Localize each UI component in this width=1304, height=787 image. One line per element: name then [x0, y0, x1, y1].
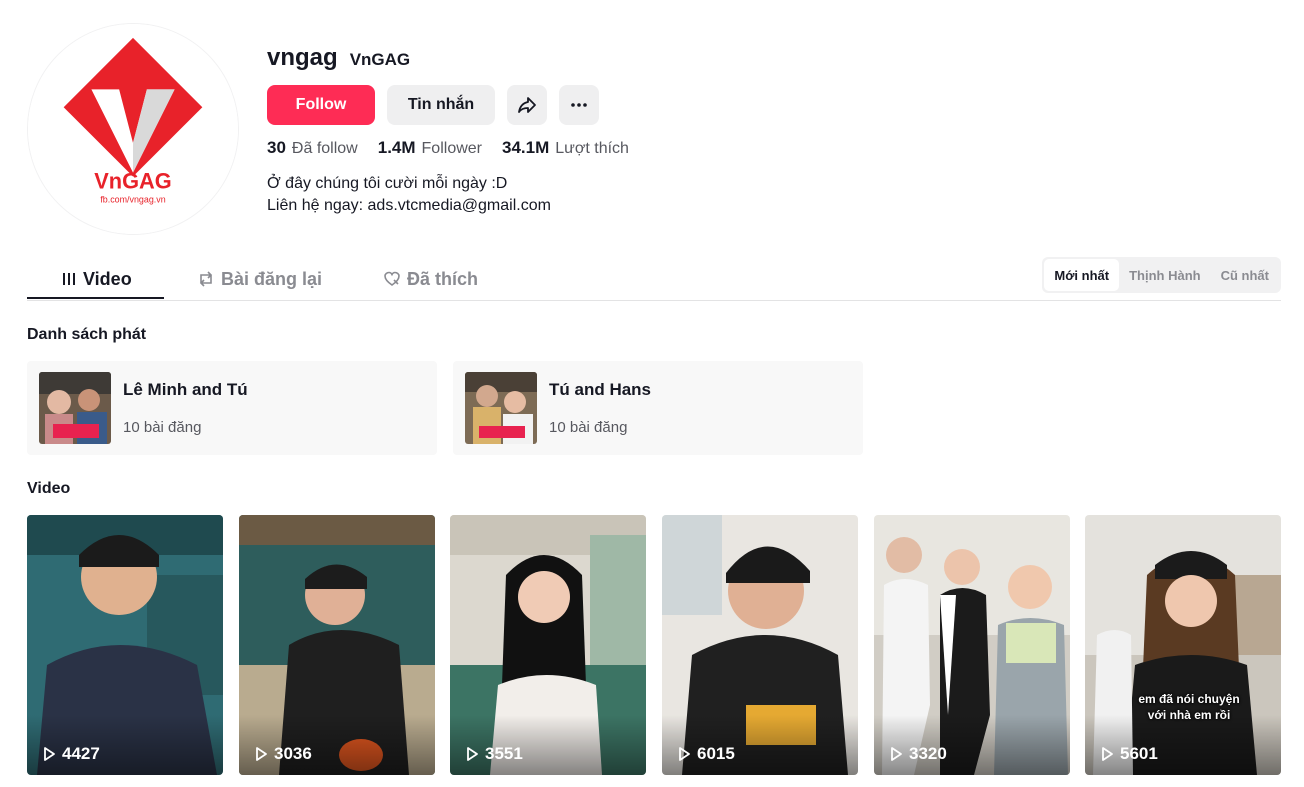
view-count: 5601 [1099, 744, 1158, 764]
playlist-card[interactable]: Tú and Hans 10 bài đăng [453, 361, 863, 455]
tab-underline [27, 297, 164, 299]
playlist-card[interactable]: Lê Minh and Tú 10 bài đăng [27, 361, 437, 455]
more-button[interactable] [559, 85, 599, 125]
play-icon [44, 747, 55, 761]
playlist-thumbnail [39, 372, 111, 444]
video-card[interactable]: 6015 [662, 515, 858, 775]
video-card[interactable]: em đã nói chuyện với nhà em rồi 5601 [1085, 515, 1281, 775]
sort-newest[interactable]: Mới nhất [1044, 259, 1120, 291]
play-icon [679, 747, 690, 761]
username: vngag [267, 44, 338, 71]
playlist-count: 10 bài đăng [549, 419, 628, 436]
svg-text:VnGAG: VnGAG [94, 168, 171, 193]
followers-stat[interactable]: 1.4M Follower [378, 138, 482, 158]
share-button[interactable] [507, 85, 547, 125]
video-card[interactable]: 3036 [239, 515, 435, 775]
tab-liked[interactable]: Đã thích [383, 258, 478, 300]
video-card[interactable]: 4427 [27, 515, 223, 775]
profile-bio: Ở đây chúng tôi cười mỗi ngày :D Liên hệ… [267, 175, 551, 214]
svg-text:fb.com/vngag.vn: fb.com/vngag.vn [100, 194, 165, 204]
repost-icon [199, 271, 213, 287]
nickname: VnGAG [349, 50, 411, 69]
playlist-title: Lê Minh and Tú [123, 380, 248, 399]
video-card[interactable]: 3320 [874, 515, 1070, 775]
view-count: 3036 [253, 744, 312, 764]
playlists-title: Danh sách phát [27, 326, 147, 343]
profile-avatar[interactable]: VnGAG fb.com/vngag.vn [27, 23, 239, 235]
profile-tabs: Video Bài đăng lại Đã thích Mới nhất Thị… [27, 257, 1281, 301]
tab-video[interactable]: Video [61, 258, 132, 300]
view-count: 3320 [888, 744, 947, 764]
view-count: 3551 [464, 744, 523, 764]
play-icon [467, 747, 478, 761]
sort-popular[interactable]: Thịnh Hành [1119, 259, 1211, 291]
grid-icon [63, 273, 75, 285]
sort-toggle: Mới nhất Thịnh Hành Cũ nhất [1042, 257, 1281, 293]
playlist-thumbnail [465, 372, 537, 444]
playlist-title: Tú and Hans [549, 380, 652, 399]
share-icon [518, 97, 536, 113]
tab-reposts[interactable]: Bài đăng lại [197, 258, 322, 300]
message-button[interactable]: Tin nhắn [387, 85, 495, 125]
likes-stat: 34.1M Lượt thích [502, 138, 629, 157]
view-count: 6015 [676, 744, 735, 764]
playlist-count: 10 bài đăng [123, 419, 202, 436]
follow-button[interactable]: Follow [267, 85, 375, 125]
play-icon [1102, 747, 1113, 761]
more-icon [571, 103, 587, 107]
vngag-logo-icon: VnGAG fb.com/vngag.vn [28, 24, 238, 234]
play-icon [256, 747, 267, 761]
view-count: 4427 [41, 744, 100, 764]
play-icon [891, 747, 902, 761]
video-card[interactable]: 3551 [450, 515, 646, 775]
sort-oldest[interactable]: Cũ nhất [1211, 259, 1279, 291]
videos-title: Video [27, 480, 71, 497]
heart-icon [384, 271, 400, 286]
following-stat[interactable]: 30 Đã follow [267, 138, 358, 158]
